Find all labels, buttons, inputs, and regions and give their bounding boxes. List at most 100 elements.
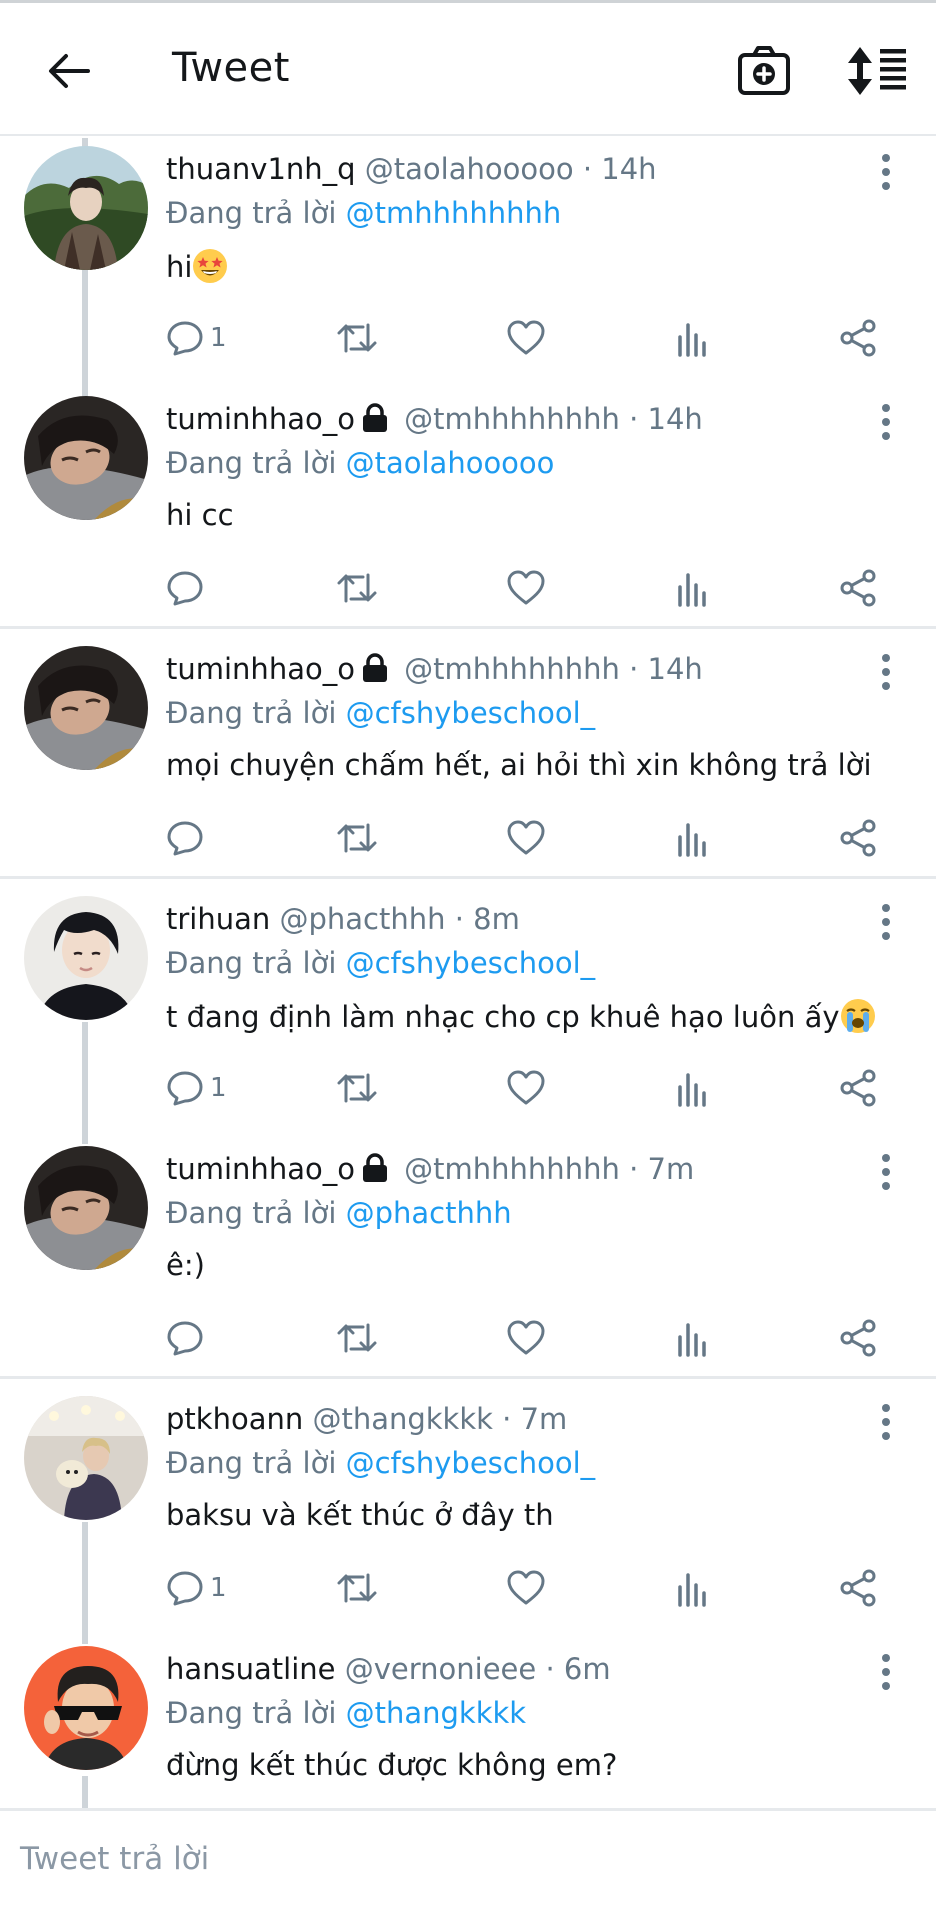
retweet-button[interactable]: [336, 1566, 378, 1610]
avatar[interactable]: [24, 146, 148, 270]
share-button[interactable]: [838, 1566, 878, 1610]
reply-button[interactable]: 1: [166, 1566, 227, 1610]
like-button[interactable]: [506, 1316, 546, 1360]
like-button[interactable]: [506, 316, 546, 360]
avatar[interactable]: [24, 396, 148, 520]
retweet-button[interactable]: [336, 1316, 378, 1360]
analytics-button[interactable]: [674, 1566, 710, 1610]
reply-count: 1: [210, 1573, 227, 1603]
display-name[interactable]: ptkhoann: [166, 1402, 303, 1436]
user-handle[interactable]: @tmhhhhhhhh: [404, 1152, 620, 1186]
analytics-button[interactable]: [674, 1066, 710, 1110]
display-name[interactable]: trihuan: [166, 902, 270, 936]
more-options-button[interactable]: [868, 1402, 904, 1442]
reply-prefix: Đang trả lời: [166, 696, 337, 730]
user-handle[interactable]: @tmhhhhhhhh: [404, 402, 620, 436]
more-options-button[interactable]: [868, 1652, 904, 1692]
tweet-actions: [166, 816, 886, 860]
user-handle[interactable]: @phacthhh: [279, 902, 445, 936]
share-button[interactable]: [838, 816, 878, 860]
tweet-actions: 1: [166, 1566, 886, 1610]
reply-button[interactable]: 1: [166, 1066, 227, 1110]
avatar[interactable]: [24, 896, 148, 1020]
more-vertical-icon: [882, 154, 890, 190]
retweet-button[interactable]: [336, 1066, 378, 1110]
reply-prefix: Đang trả lời: [166, 1196, 337, 1230]
display-name[interactable]: hansuatline: [166, 1652, 336, 1686]
avatar[interactable]: [24, 1396, 148, 1520]
heart-icon: [507, 820, 545, 855]
analytics-button[interactable]: [674, 316, 710, 360]
page-title: Tweet: [172, 45, 290, 91]
like-button[interactable]: [506, 816, 546, 860]
like-button[interactable]: [506, 566, 546, 610]
analytics-button[interactable]: [674, 1316, 710, 1360]
arrow-left-icon: [49, 54, 90, 88]
avatar[interactable]: [24, 646, 148, 770]
more-options-button[interactable]: [868, 902, 904, 942]
back-button[interactable]: [38, 41, 98, 101]
reply-composer[interactable]: Tweet trả lời: [0, 1808, 936, 1920]
reply-to-handle[interactable]: @cfshybeschool_: [346, 696, 596, 730]
sort-button[interactable]: [846, 43, 910, 99]
tweet-header: tuminhhao_o @tmhhhhhhhh · 7m: [166, 1152, 694, 1186]
reply-context: Đang trả lời @cfshybeschool_: [166, 696, 595, 730]
reply-prefix: Đang trả lời: [166, 1446, 337, 1480]
retweet-button[interactable]: [336, 566, 378, 610]
user-handle[interactable]: @thangkkkk: [312, 1402, 493, 1436]
retweet-button[interactable]: [336, 316, 378, 360]
reply-prefix: Đang trả lời: [166, 446, 337, 480]
analytics-button[interactable]: [674, 816, 710, 860]
share-icon: [840, 1319, 876, 1357]
more-vertical-icon: [882, 404, 890, 440]
share-button[interactable]: [838, 566, 878, 610]
more-vertical-icon: [882, 1654, 890, 1690]
tweet-header: thuanv1nh_q @taolahooooo · 14h: [166, 152, 657, 186]
user-handle[interactable]: @vernonieee: [345, 1652, 537, 1686]
like-button[interactable]: [506, 1066, 546, 1110]
reply-button[interactable]: [166, 1316, 210, 1360]
reply-icon: [167, 1321, 203, 1356]
share-button[interactable]: [838, 1316, 878, 1360]
retweet-button[interactable]: [336, 816, 378, 860]
display-name[interactable]: thuanv1nh_q: [166, 152, 356, 186]
heart-icon: [507, 320, 545, 355]
thread-line: [82, 270, 88, 398]
reply-to-handle[interactable]: @taolahooooo: [346, 446, 555, 480]
reply-to-handle[interactable]: @cfshybeschool_: [346, 946, 596, 980]
reply-input[interactable]: Tweet trả lời: [20, 1841, 209, 1877]
analytics-button[interactable]: [674, 566, 710, 610]
share-button[interactable]: [838, 316, 878, 360]
tweet-text: t đang định làm nhạc cho cp khuê hạo luô…: [166, 998, 876, 1034]
tweet-header: ptkhoann @thangkkkk · 7m: [166, 1402, 567, 1436]
more-options-button[interactable]: [868, 652, 904, 692]
display-name[interactable]: tuminhhao_o: [166, 1152, 355, 1186]
more-options-button[interactable]: [868, 402, 904, 442]
user-handle[interactable]: @tmhhhhhhhh: [404, 652, 620, 686]
like-button[interactable]: [506, 1566, 546, 1610]
avatar[interactable]: [24, 1646, 148, 1770]
more-options-button[interactable]: [868, 1152, 904, 1192]
display-name[interactable]: tuminhhao_o: [166, 652, 355, 686]
reply-to-handle[interactable]: @phacthhh: [346, 1196, 512, 1230]
avatar[interactable]: [24, 1146, 148, 1270]
reply-button[interactable]: [166, 566, 210, 610]
reply-button[interactable]: [166, 816, 210, 860]
display-name[interactable]: tuminhhao_o: [166, 402, 355, 436]
share-icon: [840, 819, 876, 857]
share-icon: [840, 1569, 876, 1607]
more-options-button[interactable]: [868, 152, 904, 192]
camera-button[interactable]: [736, 43, 792, 99]
user-handle[interactable]: @taolahooooo: [365, 152, 574, 186]
tweet-text-content: hi: [166, 250, 193, 284]
reply-button[interactable]: 1: [166, 316, 227, 360]
lock-icon: [362, 1153, 387, 1182]
tweet-text: mọi chuyện chấm hết, ai hỏi thì xin khôn…: [166, 748, 872, 782]
reply-to-handle[interactable]: @cfshybeschool_: [346, 1446, 596, 1480]
retweet-icon: [337, 1323, 377, 1353]
tweet-actions: [166, 566, 886, 610]
reply-to-handle[interactable]: @thangkkkk: [346, 1696, 527, 1730]
share-button[interactable]: [838, 1066, 878, 1110]
share-icon: [840, 319, 876, 357]
reply-to-handle[interactable]: @tmhhhhhhhh: [346, 196, 562, 230]
